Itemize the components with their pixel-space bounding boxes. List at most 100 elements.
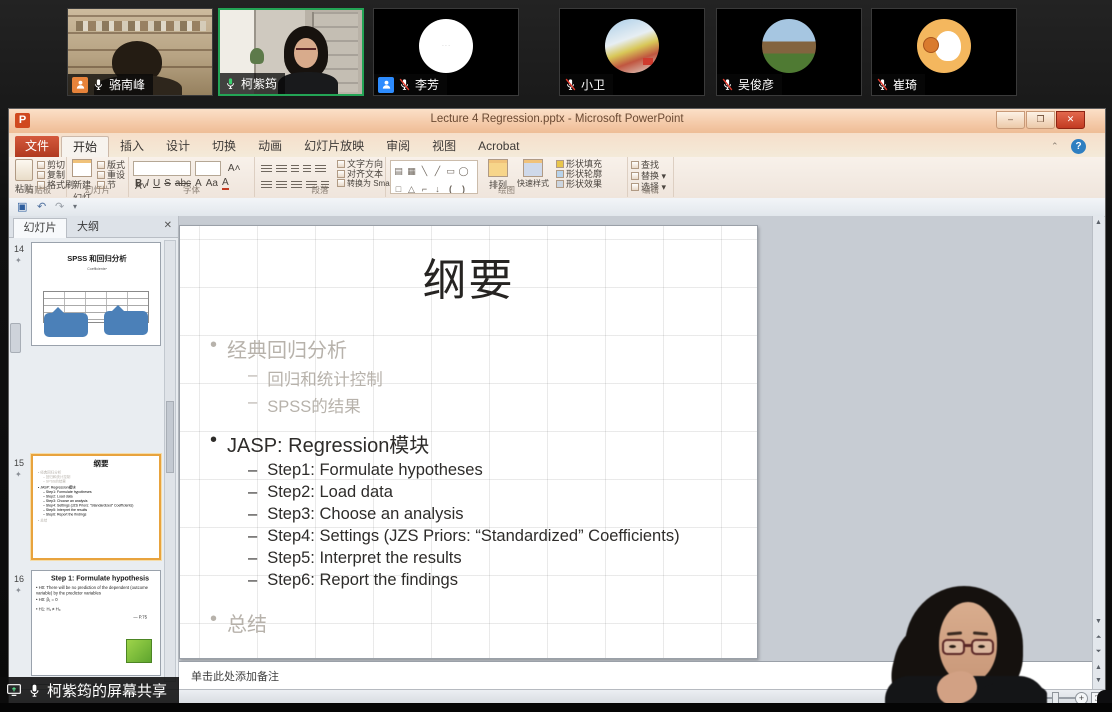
participant-tile-xiaowei[interactable]: 小卫	[559, 8, 705, 96]
mic-muted-icon	[564, 78, 577, 91]
shape-outline-icon	[556, 170, 564, 178]
participant-tile-kezijun-active-speaker[interactable]: 柯紫筠	[218, 8, 364, 96]
tab-review[interactable]: 审阅	[375, 136, 421, 157]
align-text-icon	[337, 170, 345, 178]
participant-tile-lifang[interactable]: · · · 李芳	[373, 8, 519, 96]
screen-share-icon	[6, 682, 22, 698]
find-button[interactable]: 查找	[631, 160, 666, 171]
panel-scrollbar[interactable]	[164, 240, 176, 682]
close-button[interactable]: ✕	[1056, 111, 1085, 129]
presenter-torso	[278, 72, 338, 96]
participant-role-icon	[378, 77, 394, 93]
ribbon-group-drawing: ▤▦╲╱▭◯□△⌐↓(){}☆ 排列 快速样式 形状填充 形状轮廓 形状效果 绘…	[386, 157, 628, 197]
books-decor	[76, 21, 206, 31]
new-slide-icon	[72, 159, 92, 177]
meeting-screen: 骆南峰 柯紫筠 · · · 李芳 小卫 吴俊彦	[0, 0, 1112, 712]
quick-styles-icon	[523, 159, 543, 177]
slide-number: 14	[14, 244, 24, 254]
mic-muted-icon	[721, 78, 734, 91]
arrange-icon	[488, 159, 508, 177]
participant-tile-wujunyan[interactable]: 吴俊彦	[716, 8, 862, 96]
panel-tabs: 幻灯片 大纲 ✕	[9, 216, 178, 238]
tab-file[interactable]: 文件	[15, 136, 59, 157]
decrease-indent-button[interactable]	[291, 165, 299, 174]
help-icon[interactable]: ?	[1071, 139, 1086, 154]
mic-on-icon	[92, 78, 105, 91]
cut-icon	[37, 161, 45, 169]
share-label-text: 柯紫筠的屏幕共享	[47, 680, 167, 701]
animation-star-icon[interactable]: ✦	[15, 256, 22, 265]
ribbon-group-paragraph: 文字方向 对齐文本 转换为 SmartArt 段落	[255, 157, 386, 197]
reset-button[interactable]: 重设	[97, 170, 125, 180]
numbering-button[interactable]	[276, 165, 287, 174]
grow-font-button[interactable]: A˄	[228, 163, 241, 174]
layout-icon	[97, 161, 105, 169]
screen-share-banner: 柯紫筠的屏幕共享	[0, 677, 179, 703]
copy-icon	[37, 171, 45, 179]
scroll-up-icon[interactable]: ▲	[1094, 217, 1103, 229]
line-spacing-button[interactable]	[315, 165, 326, 174]
ribbon-tabs-row: 文件 开始 插入 设计 切换 动画 幻灯片放映 审阅 视图 Acrobat ⌃ …	[9, 133, 1105, 157]
book-cover-image	[126, 639, 152, 663]
ribbon-group-font: A˄A˅ BIUSabcAAaA 字体	[129, 157, 255, 197]
qat-dropdown-icon[interactable]: ▾	[73, 200, 77, 214]
thumbnail-slide-14[interactable]: SPSS 和回归分析 Coefficientsᵃ	[31, 242, 161, 346]
redo-icon[interactable]: ↷	[55, 200, 64, 214]
replace-icon	[631, 172, 639, 180]
slides-panel: 幻灯片 大纲 ✕ 14 ✦ SPSS 和回归分析 Coefficientsᵃ 1…	[9, 216, 179, 689]
undo-icon[interactable]: ↶	[37, 200, 46, 214]
thumbnail-slide-16[interactable]: Step 1: Formulate hypothesis • H0: There…	[31, 570, 161, 676]
ribbon: 粘贴 剪切 复制 格式刷 剪贴板 新建幻灯片 版式 重设 节	[9, 157, 1105, 199]
replace-button[interactable]: 替换 ▾	[631, 171, 666, 182]
participant-name: 小卫	[581, 76, 605, 93]
presenter-shoulder-right	[981, 682, 1047, 704]
participant-name: 骆南峰	[109, 76, 145, 93]
tab-transitions[interactable]: 切换	[201, 136, 247, 157]
shape-outline-button[interactable]: 形状轮廓	[556, 169, 602, 179]
participant-tile-luonanfeng[interactable]: 骆南峰	[67, 8, 213, 96]
panel-close-icon[interactable]: ✕	[164, 220, 172, 231]
callout-bubble-left	[44, 313, 88, 337]
slide-editor[interactable]: 纲要 •经典回归分析 –回归和统计控制 –SPSS的结果 •JASP: Regr…	[179, 225, 758, 659]
participant-name: 崔琦	[893, 76, 917, 93]
save-icon[interactable]: ▣	[17, 200, 27, 214]
tab-slides-pane[interactable]: 幻灯片	[13, 218, 67, 238]
bullet-line: •经典回归分析	[210, 334, 757, 363]
participant-name-bar: 小卫	[560, 74, 613, 95]
presenter-webcam-overlay	[885, 582, 1101, 703]
tab-insert[interactable]: 插入	[109, 136, 155, 157]
animation-star-icon[interactable]: ✦	[15, 586, 22, 595]
window-title: Lecture 4 Regression.pptx - Microsoft Po…	[9, 113, 1105, 125]
tab-design[interactable]: 设计	[155, 136, 201, 157]
bullet-line: •总结	[210, 608, 757, 637]
tab-animations[interactable]: 动画	[247, 136, 293, 157]
tab-view[interactable]: 视图	[421, 136, 467, 157]
white-circle-avatar: · · ·	[419, 19, 473, 73]
restore-button[interactable]: ❐	[1026, 111, 1055, 129]
tab-outline-pane[interactable]: 大纲	[67, 218, 109, 237]
collapse-ribbon-icon[interactable]: ⌃	[1051, 141, 1059, 152]
page-reference: — P.75	[36, 615, 147, 620]
bullet-line: –Step4: Settings (JZS Priors: “Standardi…	[248, 527, 757, 546]
bullet-line: –SPSS的结果	[248, 393, 757, 417]
panel-scrollbar-thumb[interactable]	[166, 401, 174, 473]
tab-slideshow[interactable]: 幻灯片放映	[293, 136, 375, 157]
tab-home[interactable]: 开始	[61, 136, 109, 157]
tab-acrobat[interactable]: Acrobat	[467, 136, 530, 157]
bullets-button[interactable]	[261, 165, 272, 174]
bullet-line: –Step3: Choose an analysis	[248, 505, 757, 524]
layout-button[interactable]: 版式	[97, 160, 125, 170]
minimize-button[interactable]: –	[996, 111, 1025, 129]
increase-indent-button[interactable]	[303, 165, 311, 174]
scrollbar-thumb[interactable]	[10, 323, 21, 353]
reset-icon	[97, 171, 105, 179]
slide-body: •经典回归分析 –回归和统计控制 –SPSS的结果 •JASP: Regress…	[210, 334, 757, 637]
participant-tile-cuiqi[interactable]: 崔琦	[871, 8, 1017, 96]
text-direction-icon	[337, 160, 345, 168]
shape-fill-button[interactable]: 形状填充	[556, 159, 602, 169]
plant-decor	[250, 48, 264, 64]
title-bar: P Lecture 4 Regression.pptx - Microsoft …	[9, 109, 1105, 134]
thumbnail-slide-15-selected[interactable]: 纲要 • 经典回归分析 – 回归和统计控制 – SPSS的结果 • JASP: …	[31, 454, 161, 560]
animation-star-icon[interactable]: ✦	[15, 470, 22, 479]
bullet-line: –Step6: Report the findings	[248, 571, 757, 590]
